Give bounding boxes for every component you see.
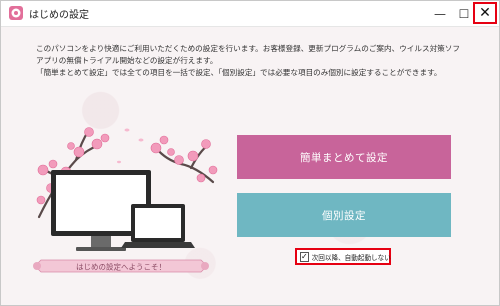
laptop-icon bbox=[121, 204, 195, 248]
window-title: はじめの設定 bbox=[29, 10, 89, 21]
easy-setup-button[interactable]: 簡単まとめて設定 bbox=[237, 135, 451, 179]
description-line: アプリの無償トライアル開始などの設定が行えます。 bbox=[36, 56, 218, 65]
maximize-button[interactable]: ☐ bbox=[453, 1, 475, 26]
custom-setup-button[interactable]: 個別設定 bbox=[237, 193, 451, 237]
app-window: はじめの設定 — ☐ ✕ このパソコンをより快適にご利用いただくための設定を行い… bbox=[0, 0, 500, 306]
close-button[interactable]: ✕ bbox=[473, 2, 497, 24]
no-autostart-label: 次回以降、自動起動しない bbox=[311, 253, 391, 262]
no-autostart-option[interactable]: ✓ 次回以降、自動起動しない bbox=[295, 248, 391, 265]
description-text: このパソコンをより快適にご利用いただくための設定を行います。お客様登録、更新プロ… bbox=[36, 43, 476, 79]
ribbon-text: はじめの設定へようこそ！ bbox=[76, 262, 166, 272]
no-autostart-checkbox[interactable]: ✓ bbox=[300, 251, 309, 262]
welcome-illustration: はじめの設定へようこそ！ bbox=[33, 127, 218, 273]
main-content: このパソコンをより快適にご利用いただくための設定を行います。お客様登録、更新プロ… bbox=[1, 27, 499, 305]
title-bar: はじめの設定 — ☐ ✕ bbox=[1, 1, 499, 27]
app-icon bbox=[9, 6, 23, 20]
minimize-button[interactable]: — bbox=[429, 1, 451, 26]
description-line: 「簡単まとめて設定」では全ての項目を一括で設定、「個別設定」では必要な項目のみ個… bbox=[36, 68, 442, 77]
description-line: このパソコンをより快適にご利用いただくための設定を行います。お客様登録、更新プロ… bbox=[36, 44, 460, 53]
